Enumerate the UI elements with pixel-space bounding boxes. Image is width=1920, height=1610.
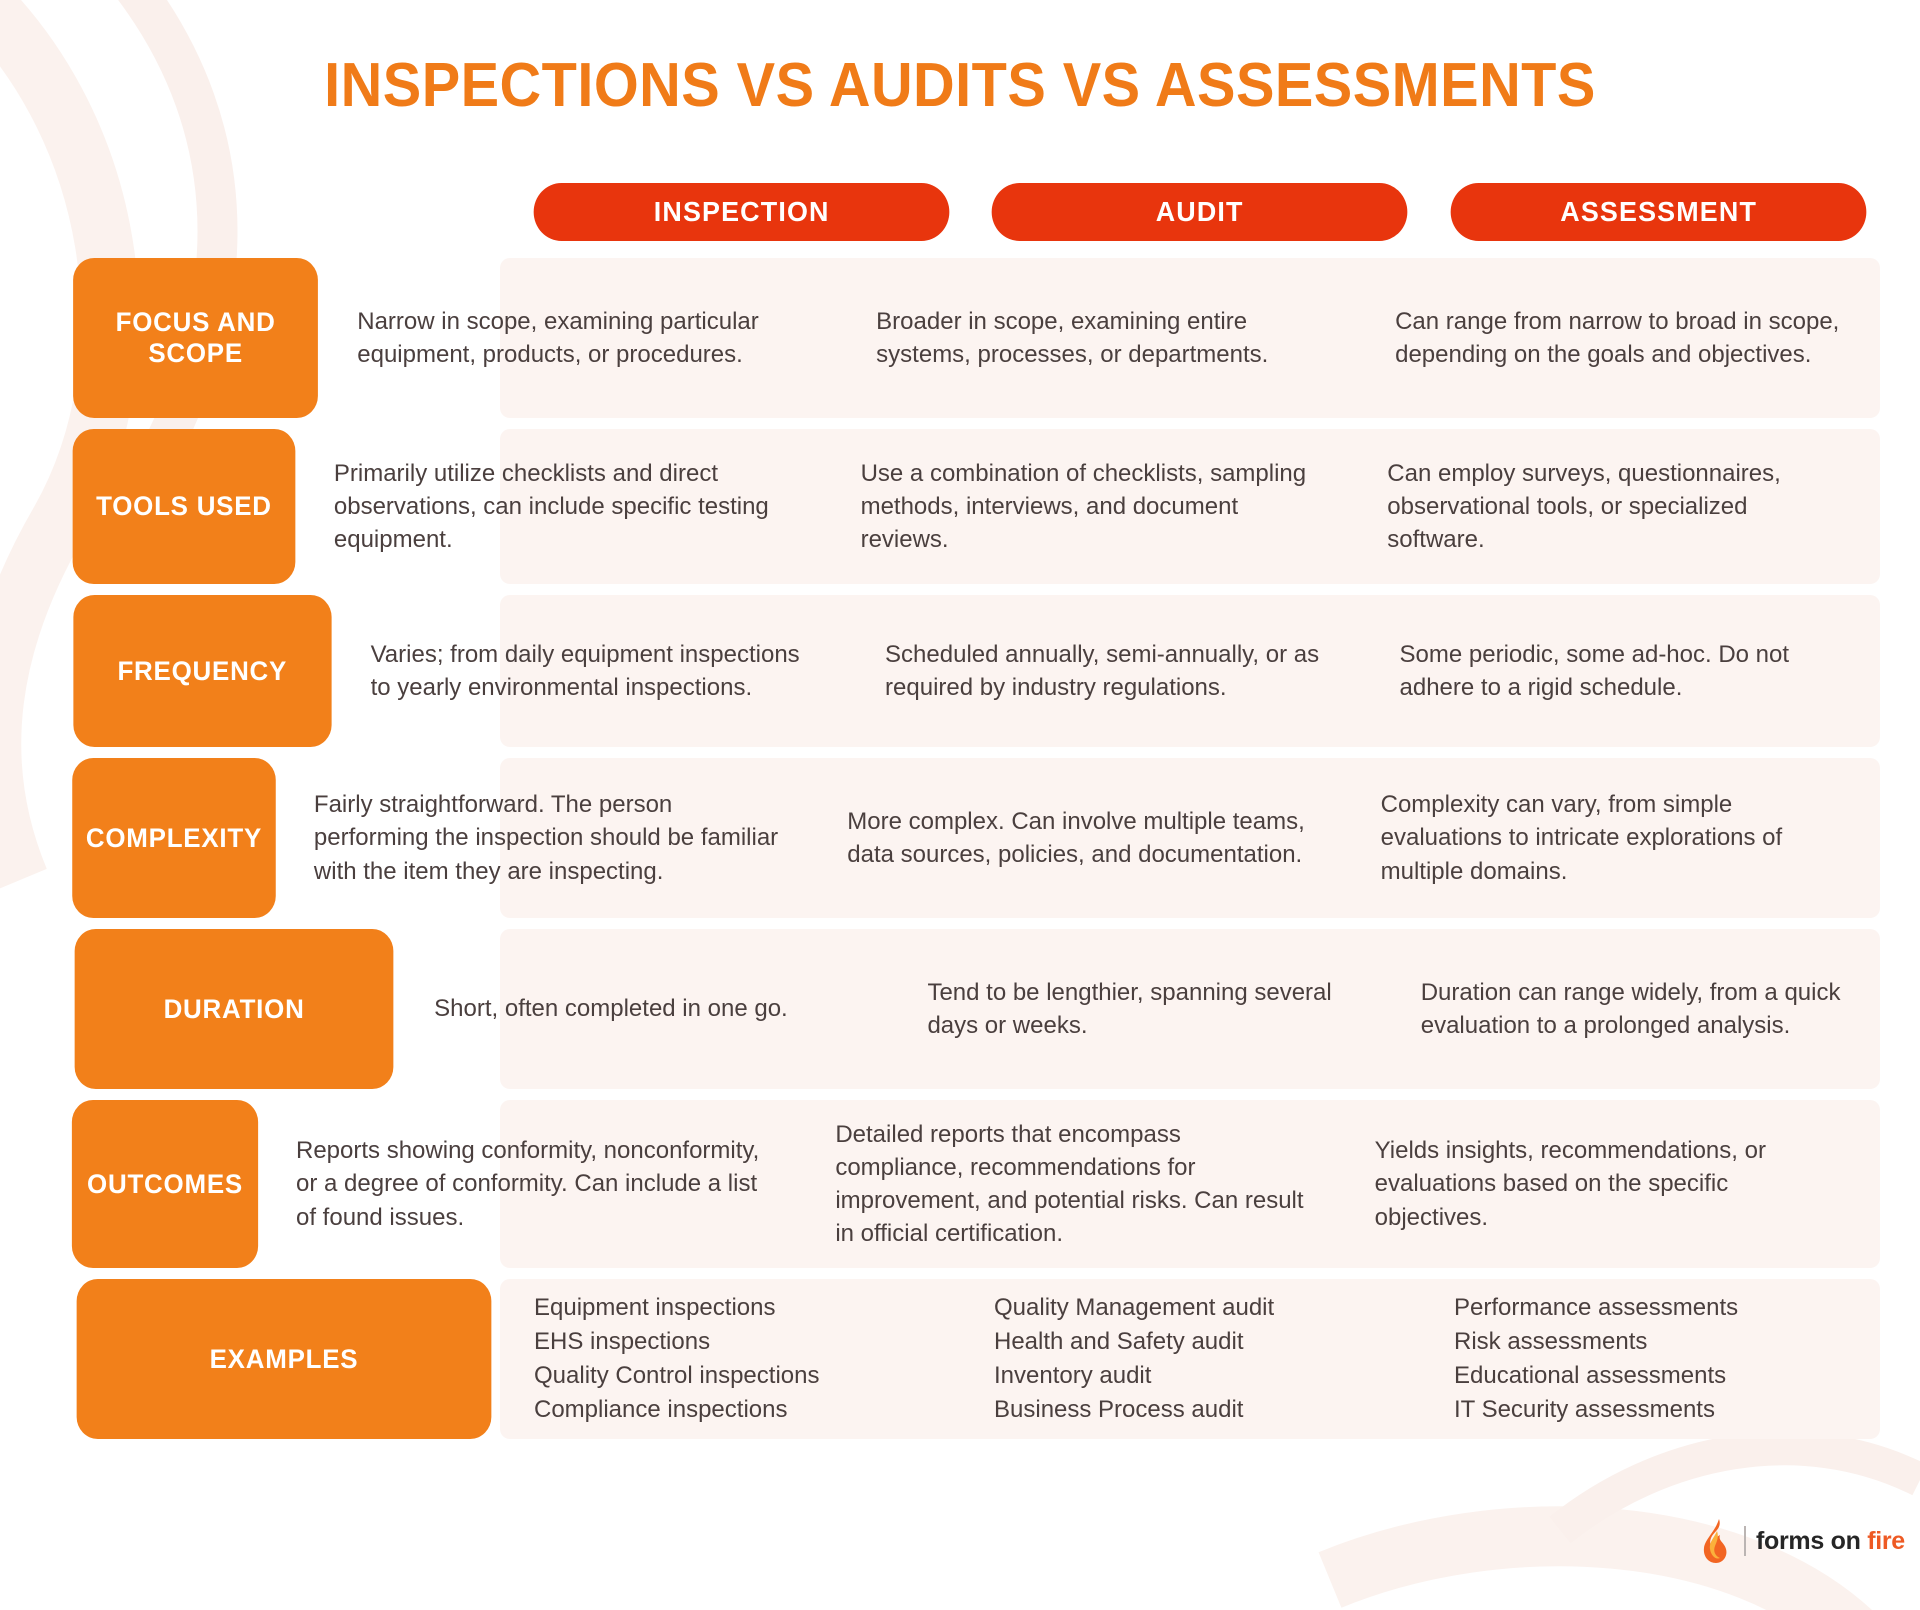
row-cells: Primarily utilize checklists and direct … <box>300 429 1920 584</box>
cell-text: Can range from narrow to broad in scope,… <box>1395 307 1840 368</box>
list-item: Performance assessments <box>1454 1293 1739 1321</box>
cell-text: Use a combination of checklists, samplin… <box>860 459 1307 554</box>
cell-audit: Use a combination of checklists, samplin… <box>827 429 1354 584</box>
logo-divider <box>1744 1526 1746 1556</box>
cell-inspection: Reports showing conformity, nonconformit… <box>262 1100 801 1268</box>
row-label-cell: OUTCOMES <box>0 1100 262 1268</box>
column-header-row: INSPECTION AUDIT ASSESSMENT <box>525 183 1875 241</box>
cell-text: Detailed reports that encompass complian… <box>835 1120 1304 1248</box>
row-label-focus-and-scope: FOCUS AND SCOPE <box>73 258 319 418</box>
cell-text: Varies; from daily equipment inspections… <box>370 640 800 701</box>
cell-text: Yields insights, recommendations, or eva… <box>1374 1137 1766 1231</box>
cell-text: Complexity can vary, from simple evaluat… <box>1380 791 1783 885</box>
row-label-cell: COMPLEXITY <box>0 758 280 918</box>
cell-inspection-examples: Equipment inspections EHS inspections Qu… <box>500 1279 960 1439</box>
row-label-cell: TOOLS USED <box>0 429 300 584</box>
row-label-frequency: FREQUENCY <box>73 595 332 747</box>
cell-audit: More complex. Can involve multiple teams… <box>813 758 1346 918</box>
list-item: Quality Control inspections <box>534 1362 820 1389</box>
cell-text: Some periodic, some ad-hoc. Do not adher… <box>1399 640 1790 701</box>
table-row: FOCUS AND SCOPE Narrow in scope, examini… <box>0 258 1920 418</box>
list-item: Equipment inspections <box>534 1293 776 1321</box>
cell-audit: Detailed reports that encompass complian… <box>801 1100 1340 1268</box>
row-label-cell: FREQUENCY <box>0 595 337 747</box>
comparison-table: FOCUS AND SCOPE Narrow in scope, examini… <box>0 258 1920 1450</box>
row-label-outcomes: OUTCOMES <box>71 1100 259 1268</box>
table-row: FREQUENCY Varies; from daily equipment i… <box>0 595 1920 747</box>
row-label-tools-used: TOOLS USED <box>72 429 296 584</box>
table-row: EXAMPLES Equipment inspections EHS inspe… <box>0 1279 1920 1439</box>
list-item: Health and Safety audit <box>994 1327 1244 1355</box>
column-header-assessment: ASSESSMENT <box>1450 183 1867 241</box>
row-cells: Narrow in scope, examining particular eq… <box>323 258 1920 418</box>
cell-text: Short, often completed in one go. <box>434 995 788 1023</box>
cell-assessment-examples: Performance assessments Risk assessments… <box>1420 1279 1880 1439</box>
row-label-cell: EXAMPLES <box>0 1279 500 1439</box>
row-cells: Equipment inspections EHS inspections Qu… <box>500 1279 1920 1439</box>
cell-audit-examples: Quality Management audit Health and Safe… <box>960 1279 1420 1439</box>
cell-text: Fairly straightforward. The person perfo… <box>313 791 779 885</box>
cell-assessment: Can employ surveys, questionnaires, obse… <box>1353 429 1880 584</box>
flame-icon <box>1703 1519 1727 1563</box>
list-item: EHS inspections <box>534 1327 711 1355</box>
row-label-cell: FOCUS AND SCOPE <box>0 258 323 418</box>
table-row: COMPLEXITY Fairly straightforward. The p… <box>0 758 1920 918</box>
cell-text: Broader in scope, examining entire syste… <box>876 307 1269 368</box>
list-item: Risk assessments <box>1454 1327 1648 1355</box>
cell-assessment: Can range from narrow to broad in scope,… <box>1361 258 1880 418</box>
row-cells: Varies; from daily equipment inspections… <box>337 595 1920 747</box>
cell-inspection: Varies; from daily equipment inspections… <box>337 595 851 747</box>
row-label-cell: DURATION <box>0 929 400 1089</box>
row-label-duration: DURATION <box>74 929 394 1089</box>
page-title: INSPECTIONS VS AUDITS VS ASSESSMENTS <box>324 51 1596 120</box>
column-header-inspection: INSPECTION <box>533 183 950 241</box>
cell-audit: Tend to be lengthier, spanning several d… <box>893 929 1386 1089</box>
cell-text: Narrow in scope, examining particular eq… <box>357 307 759 368</box>
cell-assessment: Complexity can vary, from simple evaluat… <box>1347 758 1880 918</box>
list-item: Educational assessments <box>1454 1362 1727 1389</box>
cell-text: Primarily utilize checklists and direct … <box>333 459 769 554</box>
cell-text: Scheduled annually, semi-annually, or as… <box>885 640 1320 701</box>
list-item: Quality Management audit <box>994 1293 1275 1321</box>
cell-assessment: Duration can range widely, from a quick … <box>1387 929 1880 1089</box>
cell-audit: Broader in scope, examining entire syste… <box>842 258 1361 418</box>
forms-on-fire-logo: forms on fire <box>1700 1518 1905 1564</box>
row-label-examples: EXAMPLES <box>76 1279 492 1439</box>
table-row: DURATION Short, often completed in one g… <box>0 929 1920 1089</box>
infographic-page: INSPECTIONS VS AUDITS VS ASSESSMENTS INS… <box>0 0 1920 1610</box>
cell-inspection: Short, often completed in one go. <box>400 929 893 1089</box>
cell-text: Can employ surveys, questionnaires, obse… <box>1387 459 1781 554</box>
cell-assessment: Yields insights, recommendations, or eva… <box>1341 1100 1880 1268</box>
cell-inspection: Primarily utilize checklists and direct … <box>300 429 827 584</box>
column-header-audit: AUDIT <box>991 183 1408 241</box>
cell-text: More complex. Can involve multiple teams… <box>847 807 1305 868</box>
cell-assessment: Some periodic, some ad-hoc. Do not adher… <box>1366 595 1880 747</box>
cell-inspection: Narrow in scope, examining particular eq… <box>323 258 842 418</box>
table-row: OUTCOMES Reports showing conformity, non… <box>0 1100 1920 1268</box>
cell-text: Duration can range widely, from a quick … <box>1420 978 1841 1039</box>
cell-audit: Scheduled annually, semi-annually, or as… <box>851 595 1365 747</box>
list-item: IT Security assessments <box>1454 1396 1715 1424</box>
cell-inspection: Fairly straightforward. The person perfo… <box>280 758 813 918</box>
row-cells: Short, often completed in one go. Tend t… <box>400 929 1920 1089</box>
list-item: Inventory audit <box>994 1362 1152 1389</box>
row-label-complexity: COMPLEXITY <box>72 758 276 918</box>
table-row: TOOLS USED Primarily utilize checklists … <box>0 429 1920 584</box>
cell-text: Tend to be lengthier, spanning several d… <box>927 978 1332 1039</box>
list-item: Compliance inspections <box>534 1396 788 1424</box>
logo-text-accent: fire <box>1867 1526 1905 1555</box>
logo-wordmark: forms on fire <box>1756 1527 1905 1556</box>
cell-text: Reports showing conformity, nonconformit… <box>296 1137 760 1231</box>
logo-text-dark: forms on <box>1756 1526 1868 1555</box>
row-cells: Reports showing conformity, nonconformit… <box>262 1100 1920 1268</box>
list-item: Business Process audit <box>994 1396 1244 1424</box>
row-cells: Fairly straightforward. The person perfo… <box>280 758 1920 918</box>
